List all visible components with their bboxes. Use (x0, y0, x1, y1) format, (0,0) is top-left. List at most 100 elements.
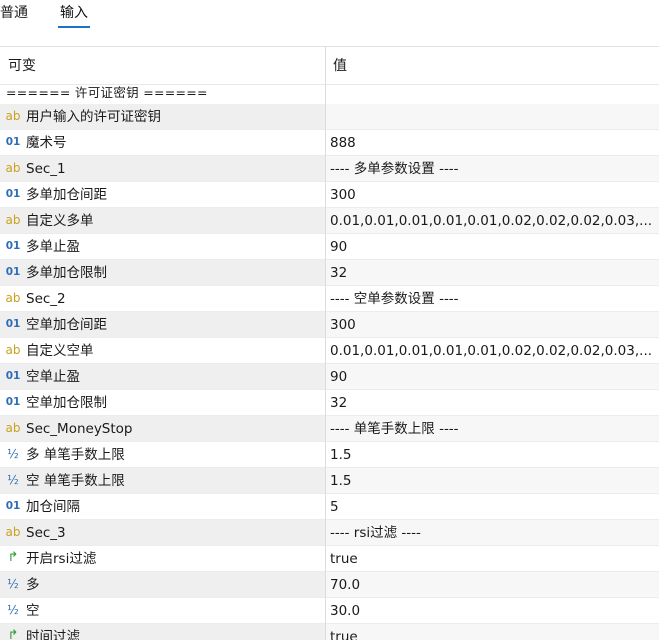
parameter-name: 空单加仓限制 (26, 395, 107, 411)
parameter-value-cell[interactable]: 0.01,0.01,0.01,0.01,0.01,0.02,0.02,0.02,… (326, 208, 659, 233)
parameter-value[interactable]: ---- 多单参数设置 ---- (330, 160, 459, 178)
parameter-value-cell[interactable] (326, 104, 659, 129)
parameter-row[interactable]: 01 空单加仓限制 32 (0, 390, 659, 416)
parameter-name-cell[interactable]: ab Sec_3 (0, 520, 325, 545)
parameter-name-cell[interactable]: ab Sec_1 (0, 156, 325, 181)
parameter-name: 空 单笔手数上限 (26, 473, 125, 489)
parameter-row[interactable]: 01 多单加仓间距 300 (0, 182, 659, 208)
parameter-value[interactable]: 0.01,0.01,0.01,0.01,0.01,0.02,0.02,0.02,… (330, 342, 652, 360)
parameter-name-cell[interactable]: ab Sec_2 (0, 286, 325, 311)
parameter-row[interactable]: ½ 空 30.0 (0, 598, 659, 624)
parameter-value[interactable]: ---- rsi过滤 ---- (330, 524, 421, 542)
parameter-value[interactable]: 0.01,0.01,0.01,0.01,0.01,0.02,0.02,0.02,… (330, 212, 652, 230)
parameter-value[interactable]: 1.5 (330, 472, 351, 490)
parameter-value[interactable]: 300 (330, 316, 356, 334)
parameter-row[interactable]: ab Sec_3 ---- rsi过滤 ---- (0, 520, 659, 546)
integer-icon: 01 (5, 188, 21, 200)
parameter-value-cell[interactable]: 300 (326, 312, 659, 337)
parameter-value-cell[interactable]: 32 (326, 390, 659, 415)
parameter-value[interactable]: 5 (330, 498, 339, 516)
parameter-value[interactable]: 70.0 (330, 576, 360, 594)
parameter-name: Sec_MoneyStop (26, 421, 133, 437)
parameter-row[interactable]: ½ 多 单笔手数上限 1.5 (0, 442, 659, 468)
parameter-name-cell[interactable]: 01 多单止盈 (0, 234, 325, 259)
parameter-value[interactable]: 90 (330, 368, 347, 386)
parameter-value-cell[interactable]: true (326, 546, 659, 571)
parameter-value-cell[interactable]: 70.0 (326, 572, 659, 597)
parameter-value-cell[interactable]: 1.5 (326, 468, 659, 493)
column-header-value[interactable]: 值 (333, 55, 347, 75)
parameter-row[interactable]: 01 空单加仓间距 300 (0, 312, 659, 338)
integer-icon: 01 (5, 318, 21, 330)
parameter-value-cell[interactable]: ---- 多单参数设置 ---- (326, 156, 659, 181)
tab-general[interactable]: 普通 (0, 3, 28, 23)
parameter-value[interactable]: 90 (330, 238, 347, 256)
parameter-row[interactable]: 01 加仓间隔 5 (0, 494, 659, 520)
parameter-name-cell[interactable]: 01 空单止盈 (0, 364, 325, 389)
parameter-name-cell[interactable]: ½多 (0, 572, 325, 597)
parameter-name-cell[interactable]: 01 空单加仓间距 (0, 312, 325, 337)
tab-inputs[interactable]: 输入 (60, 3, 88, 23)
parameter-name-cell[interactable]: ab Sec_MoneyStop (0, 416, 325, 441)
parameter-name-cell[interactable]: ↱ 时间过滤 (0, 624, 325, 640)
parameter-value[interactable]: true (330, 550, 358, 568)
parameter-row[interactable]: ab 用户输入的许可证密钥 (0, 104, 659, 130)
parameter-value-cell[interactable]: 30.0 (326, 598, 659, 623)
parameter-row[interactable]: ab Sec_1 ---- 多单参数设置 ---- (0, 156, 659, 182)
parameter-value-cell[interactable]: 5 (326, 494, 659, 519)
parameter-row[interactable]: ½ 多 70.0 (0, 572, 659, 598)
column-header-variable[interactable]: 可变 (8, 55, 36, 75)
parameter-value-cell[interactable]: 90 (326, 234, 659, 259)
parameter-row[interactable]: ab Sec_2 ---- 空单参数设置 ---- (0, 286, 659, 312)
parameter-name-cell[interactable]: 01 魔术号 (0, 130, 325, 155)
parameter-name: 时间过滤 (26, 629, 80, 640)
parameter-value-cell[interactable]: ---- rsi过滤 ---- (326, 520, 659, 545)
parameter-name-cell[interactable]: ab 用户输入的许可证密钥 (0, 104, 325, 129)
parameter-row[interactable]: 01 魔术号 888 (0, 130, 659, 156)
parameter-value-cell[interactable]: 32 (326, 260, 659, 285)
parameter-name-cell[interactable]: 01 加仓间隔 (0, 494, 325, 519)
parameter-name-cell[interactable]: 01 多单加仓间距 (0, 182, 325, 207)
parameter-name: Sec_3 (26, 525, 66, 541)
parameter-name-cell[interactable]: 01 空单加仓限制 (0, 390, 325, 415)
parameter-row[interactable]: ab 自定义空单 0.01,0.01,0.01,0.01,0.01,0.02,0.0… (0, 338, 659, 364)
parameter-name-cell[interactable]: ½ 空 单笔手数上限 (0, 468, 325, 493)
parameter-value[interactable]: ---- 单笔手数上限 ---- (330, 420, 459, 438)
parameter-name-cell[interactable]: ↱ 开启rsi过滤 (0, 546, 325, 571)
parameter-name-cell[interactable]: ½空 (0, 598, 325, 623)
parameter-value-cell[interactable]: ---- 单笔手数上限 ---- (326, 416, 659, 441)
parameter-value-cell[interactable]: 0.01,0.01,0.01,0.01,0.01,0.02,0.02,0.02,… (326, 338, 659, 363)
parameter-value[interactable]: 32 (330, 394, 347, 412)
parameter-value[interactable]: 1.5 (330, 446, 351, 464)
parameter-name-cell[interactable]: ab 自定义空单 (0, 338, 325, 363)
parameter-name: 自定义多单 (26, 213, 94, 229)
parameter-value-cell[interactable]: 1.5 (326, 442, 659, 467)
parameter-name-cell[interactable]: ½ 多 单笔手数上限 (0, 442, 325, 467)
parameter-value-cell[interactable]: ---- 空单参数设置 ---- (326, 286, 659, 311)
parameter-value-cell[interactable]: 300 (326, 182, 659, 207)
parameter-value-cell[interactable]: true (326, 624, 659, 640)
parameter-value[interactable]: 300 (330, 186, 356, 204)
parameter-row[interactable]: 01 多单加仓限制 32 (0, 260, 659, 286)
parameter-name: 空单加仓间距 (26, 317, 107, 333)
parameter-row[interactable]: 01 多单止盈 90 (0, 234, 659, 260)
parameter-row[interactable]: 01 空单止盈 90 (0, 364, 659, 390)
parameter-value[interactable]: 32 (330, 264, 347, 282)
parameter-value-cell[interactable]: 90 (326, 364, 659, 389)
parameter-value[interactable]: ---- 空单参数设置 ---- (330, 290, 459, 308)
parameter-value[interactable]: true (330, 628, 358, 640)
parameter-row[interactable]: ↱ 时间过滤 true (0, 624, 659, 640)
parameter-value[interactable]: 30.0 (330, 602, 360, 620)
parameter-name-cell[interactable]: ab 自定义多单 (0, 208, 325, 233)
parameter-row[interactable]: ab Sec_MoneyStop ---- 单笔手数上限 ---- (0, 416, 659, 442)
string-icon: ab (5, 343, 21, 357)
parameter-value-cell[interactable]: 888 (326, 130, 659, 155)
parameter-row[interactable]: ↱ 开启rsi过滤 true (0, 546, 659, 572)
parameter-row[interactable]: ab 自定义多单 0.01,0.01,0.01,0.01,0.01,0.02,0.0… (0, 208, 659, 234)
parameter-name: 多单加仓间距 (26, 187, 107, 203)
parameter-name-cell[interactable]: 01 多单加仓限制 (0, 260, 325, 285)
parameter-row[interactable]: ½ 空 单笔手数上限 1.5 (0, 468, 659, 494)
parameter-value[interactable]: 888 (330, 134, 356, 152)
integer-icon: 01 (5, 370, 21, 382)
column-divider[interactable] (325, 47, 326, 640)
